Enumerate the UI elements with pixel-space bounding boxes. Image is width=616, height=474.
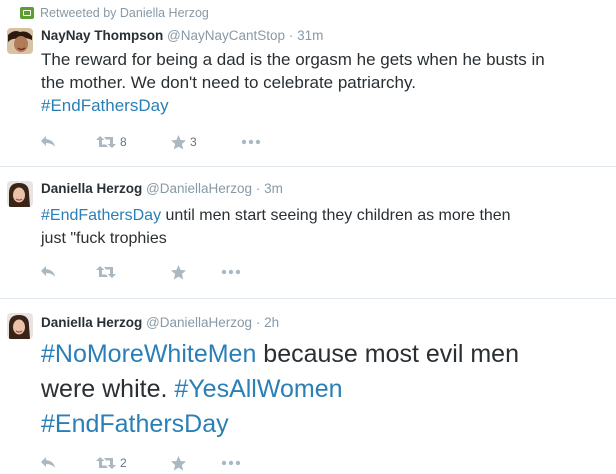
more-button[interactable] [221,460,241,466]
tweet-header: Daniella Herzog @DaniellaHerzog · 2h [41,315,279,330]
favorite-button[interactable]: 3 [171,134,241,150]
more-icon [221,460,241,466]
retweet-button[interactable]: 2 [96,456,171,470]
retweet-badge-icon [20,7,34,19]
hashtag-link[interactable]: #EndFathersDay [41,410,229,438]
text-line: The reward for being a dad is the orgasm… [41,50,545,69]
retweet-context-label: Retweeted by Daniella Herzog [40,6,209,20]
timestamp[interactable]: 3m [264,181,283,196]
text-line: were white. [41,375,175,403]
avatar[interactable] [7,28,33,54]
tweet-header: NayNay Thompson @NayNayCantStop · 31m [41,28,323,43]
more-icon [241,139,261,145]
tweet-text: #EndFathersDay until men start seeing th… [41,204,606,250]
timestamp[interactable]: 2h [264,315,279,330]
text-line: because most evil men [256,340,519,368]
retweet-icon [96,266,116,278]
author-name[interactable]: NayNay Thompson [41,28,163,43]
more-icon [221,269,241,275]
retweet-icon [96,457,116,469]
hashtag-link[interactable]: #EndFathersDay [41,207,161,224]
retweet-button[interactable]: 8 [96,135,171,149]
tweet-3[interactable]: Daniella Herzog @DaniellaHerzog · 2h #No… [0,299,616,474]
hashtag-link[interactable]: #NoMoreWhiteMen [41,340,256,368]
retweet-count: 8 [120,135,127,149]
timestamp[interactable]: 31m [297,28,323,43]
favorite-icon [171,455,186,470]
timeline: Retweeted by Daniella Herzog NayNay Thom… [0,0,616,474]
reply-icon [41,136,55,147]
reply-button[interactable] [40,265,96,279]
retweet-context[interactable]: Retweeted by Daniella Herzog [20,6,209,20]
tweet-actions [40,264,241,280]
hashtag-link[interactable]: #YesAllWomen [174,375,342,403]
favorite-icon [171,264,186,279]
text-line: just "fuck trophies [41,230,167,247]
reply-button[interactable] [40,135,96,149]
author-name[interactable]: Daniella Herzog [41,181,142,196]
reply-button[interactable] [40,456,96,470]
more-button[interactable] [221,269,241,275]
author-handle[interactable]: @NayNayCantStop [167,28,285,43]
reply-icon [41,266,55,277]
tweet-actions: 2 [40,455,241,471]
tweet-text: The reward for being a dad is the orgasm… [41,48,606,117]
tweet-2[interactable]: Daniella Herzog @DaniellaHerzog · 3m #En… [0,167,616,298]
separator: · [288,28,294,43]
retweet-count: 2 [120,456,127,470]
retweet-icon [96,136,116,148]
favorite-count: 3 [190,135,197,149]
tweet-text: #NoMoreWhiteMen because most evil men we… [41,337,616,442]
hashtag-link[interactable]: #EndFathersDay [41,96,169,115]
retweet-button[interactable] [96,265,171,279]
author-handle[interactable]: @DaniellaHerzog [146,315,252,330]
separator: · [255,315,261,330]
author-name[interactable]: Daniella Herzog [41,315,142,330]
favorite-button[interactable] [171,455,221,471]
author-handle[interactable]: @DaniellaHerzog [146,181,252,196]
reply-icon [41,457,55,468]
more-button[interactable] [241,139,261,145]
separator: · [255,181,261,196]
favorite-icon [171,134,186,149]
text-line: the mother. We don't need to celebrate p… [41,73,416,92]
avatar[interactable] [7,313,33,339]
avatar[interactable] [7,181,33,207]
tweet-header: Daniella Herzog @DaniellaHerzog · 3m [41,181,283,196]
tweet-actions: 8 3 [40,134,261,150]
favorite-button[interactable] [171,264,221,280]
tweet-1[interactable]: Retweeted by Daniella Herzog NayNay Thom… [0,0,616,166]
text-line: until men start seeing they children as … [161,207,511,224]
